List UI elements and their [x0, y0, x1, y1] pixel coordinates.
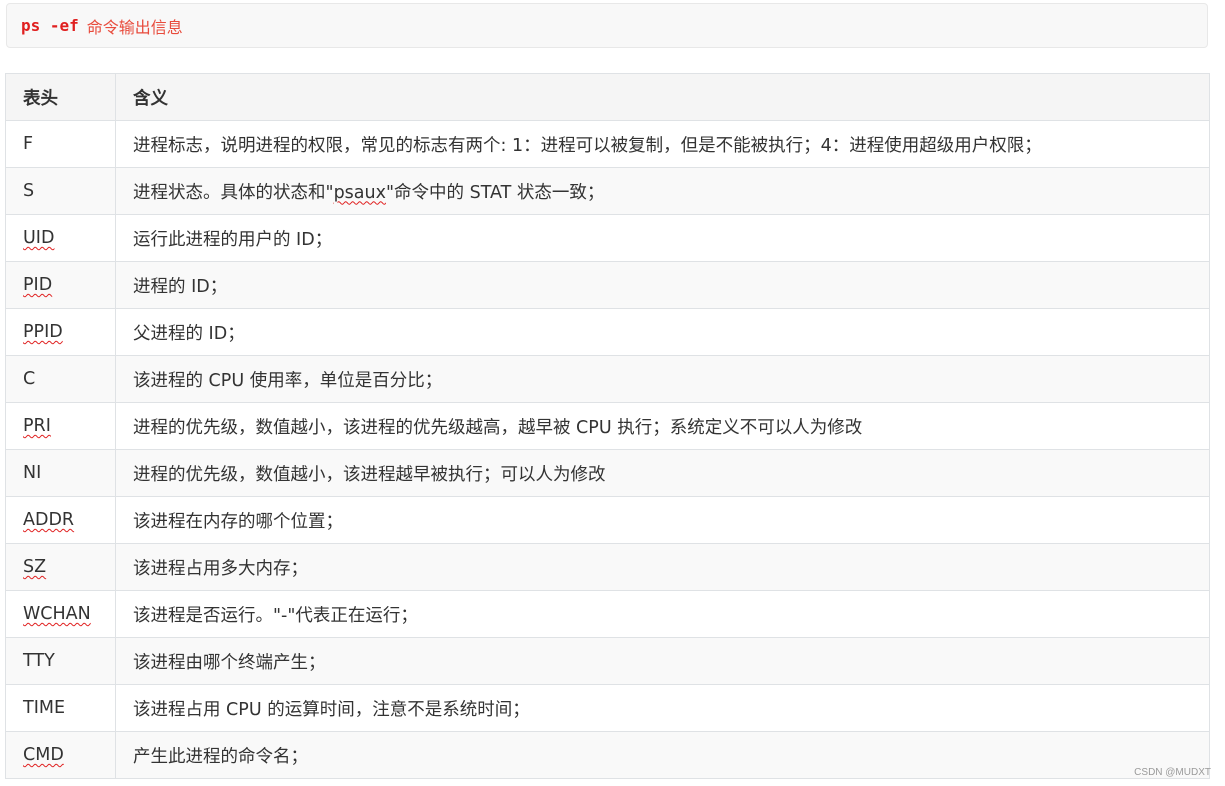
- watermark: CSDN @MUDXT: [1134, 767, 1211, 778]
- field-cell: PRI: [5, 402, 116, 450]
- meaning-cell: 该进程由哪个终端产生；: [115, 637, 1210, 685]
- table-row: NI 进程的优先级，数值越小，该进程越早被执行；可以人为修改: [5, 449, 1210, 497]
- table-row: ADDR 该进程在内存的哪个位置；: [5, 496, 1210, 544]
- field-label: PID: [23, 275, 53, 295]
- meaning-cell: 进程标志，说明进程的权限，常见的标志有两个: 1：进程可以被复制，但是不能被执行…: [115, 120, 1210, 168]
- field-cell: WCHAN: [5, 590, 116, 638]
- meaning-cell: 该进程占用 CPU 的运算时间，注意不是系统时间；: [115, 684, 1210, 732]
- field-label: UID: [23, 228, 55, 248]
- meaning-cell: 该进程的 CPU 使用率，单位是百分比；: [115, 355, 1210, 403]
- field-cell: UID: [5, 214, 116, 262]
- code-block: ps -ef 命令输出信息: [6, 3, 1208, 48]
- meaning-cell: 该进程占用多大内存；: [115, 543, 1210, 591]
- process-fields-table: 表头 含义 F 进程标志，说明进程的权限，常见的标志有两个: 1：进程可以被复制…: [5, 73, 1210, 779]
- meaning-cell: 进程状态。具体的状态和"psaux"命令中的 STAT 状态一致；: [115, 167, 1210, 215]
- code-comment: 命令输出信息: [86, 17, 183, 37]
- table-row: CMD 产生此进程的命令名；: [5, 731, 1210, 779]
- meaning-cell: 进程的 ID；: [115, 261, 1210, 309]
- table-row: F 进程标志，说明进程的权限，常见的标志有两个: 1：进程可以被复制，但是不能被…: [5, 120, 1210, 168]
- field-label: CMD: [23, 745, 64, 765]
- table-row: S 进程状态。具体的状态和"psaux"命令中的 STAT 状态一致；: [5, 167, 1210, 215]
- meaning-cell: 产生此进程的命令名；: [115, 731, 1210, 779]
- field-cell: TTY: [5, 637, 116, 685]
- meaning-text: 进程状态。具体的状态和": [133, 182, 334, 203]
- field-label: ADDR: [23, 510, 75, 530]
- meaning-cell: 父进程的 ID；: [115, 308, 1210, 356]
- table-row: WCHAN 该进程是否运行。"-"代表正在运行；: [5, 590, 1210, 638]
- table-row: PID 进程的 ID；: [5, 261, 1210, 309]
- field-label: WCHAN: [23, 604, 91, 624]
- field-cell: F: [5, 120, 116, 168]
- table-row: PRI 进程的优先级，数值越小，该进程的优先级越高，越早被 CPU 执行；系统定…: [5, 402, 1210, 450]
- table-row: SZ 该进程占用多大内存；: [5, 543, 1210, 591]
- meaning-cell: 进程的优先级，数值越小，该进程越早被执行；可以人为修改: [115, 449, 1210, 497]
- meaning-cell: 该进程是否运行。"-"代表正在运行；: [115, 590, 1210, 638]
- table-row: TIME 该进程占用 CPU 的运算时间，注意不是系统时间；: [5, 684, 1210, 732]
- spellcheck-word: psaux: [333, 182, 386, 203]
- meaning-cell: 运行此进程的用户的 ID；: [115, 214, 1210, 262]
- header-field: 表头: [5, 73, 116, 121]
- field-label: PPID: [23, 322, 63, 342]
- field-cell: ADDR: [5, 496, 116, 544]
- field-label: PRI: [23, 416, 51, 436]
- table-row: TTY 该进程由哪个终端产生；: [5, 637, 1210, 685]
- table-row: C 该进程的 CPU 使用率，单位是百分比；: [5, 355, 1210, 403]
- field-cell: C: [5, 355, 116, 403]
- table-row: UID 运行此进程的用户的 ID；: [5, 214, 1210, 262]
- field-cell: PID: [5, 261, 116, 309]
- field-cell: NI: [5, 449, 116, 497]
- meaning-cell: 进程的优先级，数值越小，该进程的优先级越高，越早被 CPU 执行；系统定义不可以…: [115, 402, 1210, 450]
- field-cell: CMD: [5, 731, 116, 779]
- meaning-text: "命令中的 STAT 状态一致；: [385, 182, 605, 203]
- table-row: PPID 父进程的 ID；: [5, 308, 1210, 356]
- field-label: SZ: [23, 557, 47, 577]
- meaning-cell: 该进程在内存的哪个位置；: [115, 496, 1210, 544]
- field-cell: PPID: [5, 308, 116, 356]
- code-command: ps -ef: [21, 16, 79, 35]
- field-cell: TIME: [5, 684, 116, 732]
- field-cell: S: [5, 167, 116, 215]
- table-header-row: 表头 含义: [5, 73, 1210, 121]
- header-meaning: 含义: [115, 73, 1210, 121]
- field-cell: SZ: [5, 543, 116, 591]
